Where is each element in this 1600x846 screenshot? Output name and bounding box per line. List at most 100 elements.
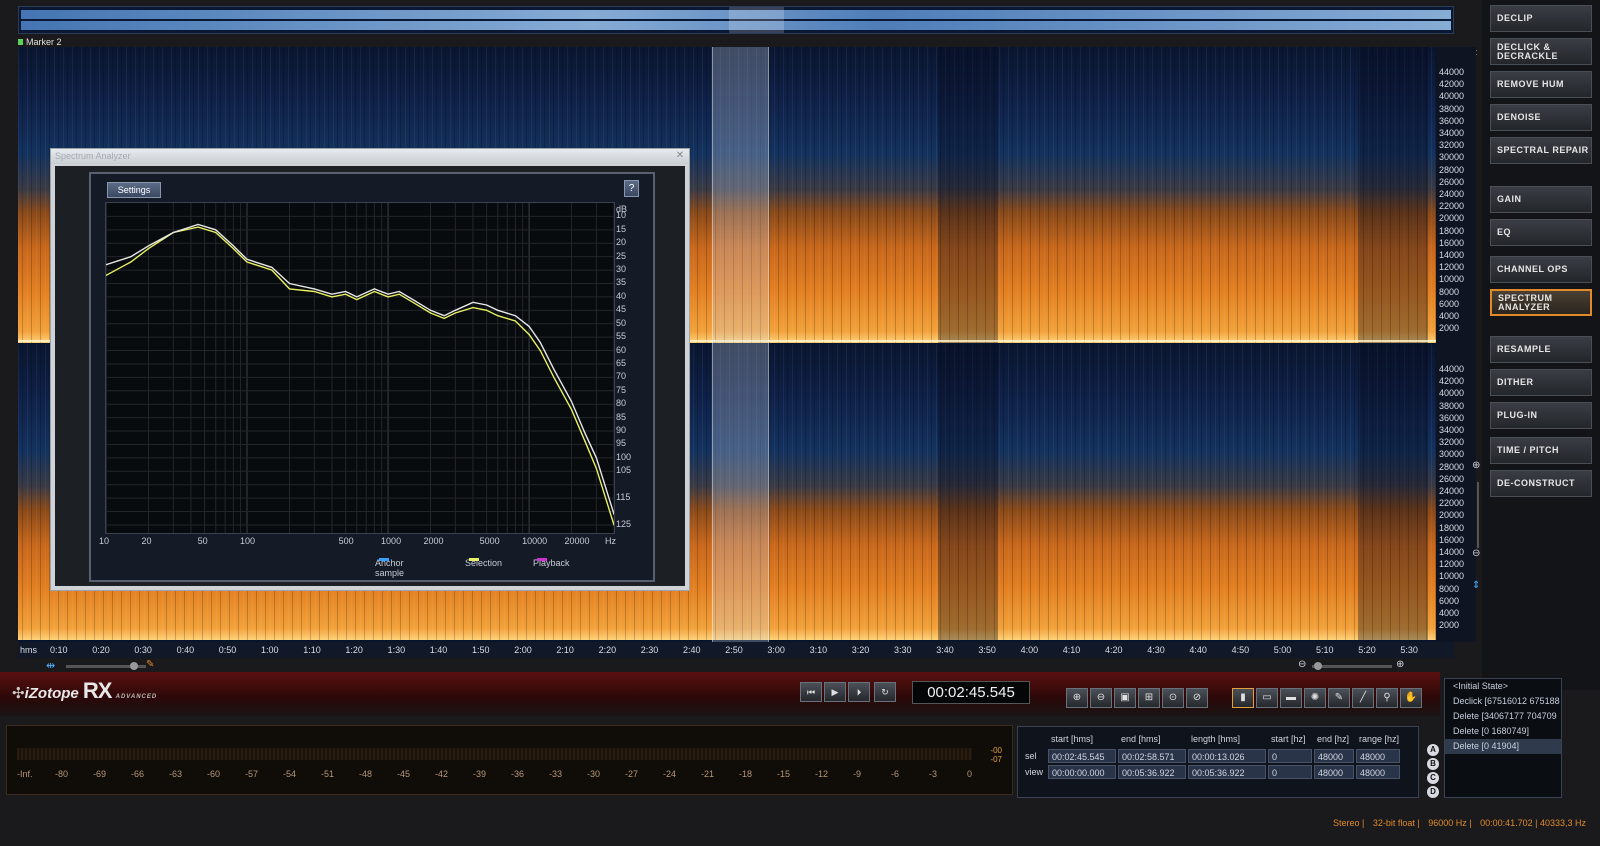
- spectrum-point: [429, 309, 432, 311]
- hand-tool-icon[interactable]: ✋: [1400, 688, 1422, 708]
- spectrum-point: [313, 288, 315, 290]
- table-cell[interactable]: 0: [1268, 749, 1312, 763]
- help-button[interactable]: ?: [624, 180, 639, 197]
- history-item[interactable]: <Initial State>: [1445, 679, 1561, 694]
- table-cell[interactable]: 00:00:00.000: [1048, 765, 1116, 779]
- spectrum-point: [387, 293, 389, 295]
- settings-button[interactable]: Settings: [107, 182, 161, 198]
- hz-tick-label: 28000: [1439, 164, 1465, 175]
- history-item[interactable]: Declick [67516012 675188: [1445, 694, 1561, 709]
- vzoom-out-icon[interactable]: ⊖: [1472, 548, 1480, 559]
- hz-tick-label: 36000: [1439, 115, 1465, 126]
- table-cell[interactable]: 48000: [1356, 749, 1400, 763]
- table-cell[interactable]: 48000: [1314, 749, 1354, 763]
- spectrum-plot[interactable]: [105, 202, 615, 534]
- zoom-out-icon[interactable]: ⊖: [1298, 659, 1306, 670]
- timecode-display: 00:02:45.545: [912, 681, 1030, 704]
- view-c-button[interactable]: C: [1427, 772, 1439, 784]
- vzoom-slider[interactable]: [1312, 665, 1392, 668]
- table-row-label: sel: [1025, 751, 1037, 761]
- undo-history[interactable]: <Initial State> Declick [67516012 675188 D…: [1444, 678, 1562, 798]
- move-arrows-icon[interactable]: ⇹: [46, 659, 55, 672]
- vzoom-knob[interactable]: [1314, 662, 1322, 670]
- spectrum-point: [232, 245, 234, 247]
- history-item[interactable]: Delete [0 1680749]: [1445, 724, 1561, 739]
- vzoom-arrows-icon[interactable]: ⇕: [1472, 580, 1480, 591]
- view-b-button[interactable]: B: [1427, 758, 1439, 770]
- table-cell[interactable]: 00:02:58.571: [1118, 749, 1186, 763]
- zoom-fit-icon[interactable]: ⊞: [1138, 688, 1160, 708]
- meter-scale-label: -66: [131, 769, 145, 779]
- hz-tick-label: 10000: [1439, 274, 1465, 285]
- loop-button[interactable]: ↻: [874, 682, 896, 702]
- view-d-button[interactable]: D: [1427, 786, 1439, 798]
- table-cell[interactable]: 00:05:36.922: [1188, 765, 1266, 779]
- meter-scale-label: -42: [435, 769, 449, 779]
- db-tick-label: 95: [616, 438, 627, 449]
- module-declip-button[interactable]: DECLIP: [1490, 5, 1592, 32]
- module-remove-hum-button[interactable]: REMOVE HUM: [1490, 71, 1592, 98]
- vzoom-track[interactable]: [1477, 482, 1479, 548]
- vzoom-in-icon[interactable]: ⊕: [1472, 460, 1480, 471]
- table-cell[interactable]: 0: [1268, 765, 1312, 779]
- module-de-construct-button[interactable]: DE-CONSTRUCT: [1490, 470, 1592, 497]
- magnify-tool-icon[interactable]: ⚲: [1376, 688, 1398, 708]
- table-cell[interactable]: 00:02:45.545: [1048, 749, 1116, 763]
- module-time-pitch-button[interactable]: TIME / PITCH: [1490, 437, 1592, 464]
- table-cell[interactable]: 48000: [1314, 765, 1354, 779]
- module-declick-decrackle-button[interactable]: DECLICK & DECRACKLE: [1490, 38, 1592, 65]
- module-denoise-button[interactable]: DENOISE: [1490, 104, 1592, 131]
- wand-tool-icon[interactable]: ╱: [1352, 688, 1374, 708]
- hz-tick-label: 20000: [1439, 510, 1465, 521]
- spectrum-point: [215, 229, 217, 231]
- time-tick-label: 4:20: [1105, 645, 1123, 655]
- module-channel-ops-button[interactable]: CHANNEL OPS: [1490, 256, 1592, 283]
- module-dither-button[interactable]: DITHER: [1490, 369, 1592, 396]
- spectrum-point: [398, 290, 400, 293]
- module-gain-button[interactable]: GAIN: [1490, 186, 1592, 213]
- db-tick-label: 20: [616, 237, 627, 248]
- history-item[interactable]: Delete [34067177 704709: [1445, 709, 1561, 724]
- skip-start-button[interactable]: ⏮: [800, 682, 822, 702]
- time-tick-label: 5:30: [1400, 645, 1418, 655]
- time-select-tool-icon[interactable]: ▮: [1232, 688, 1254, 708]
- overview-waveform[interactable]: [18, 6, 1454, 34]
- zoom-freq-icon[interactable]: ⊘: [1186, 688, 1208, 708]
- zoom-selection-icon[interactable]: ▣: [1114, 688, 1136, 708]
- table-cell[interactable]: 48000: [1356, 765, 1400, 779]
- play-button[interactable]: ▶: [824, 682, 846, 702]
- play-selection-button[interactable]: ⏵: [848, 682, 870, 702]
- view-a-button[interactable]: A: [1427, 744, 1439, 756]
- module-resample-button[interactable]: RESAMPLE: [1490, 336, 1592, 363]
- history-item[interactable]: Delete [0 41904]: [1445, 739, 1561, 754]
- freq-select-tool-icon[interactable]: ▬: [1280, 688, 1302, 708]
- time-selection[interactable]: [712, 47, 769, 642]
- zoom-in-tool-icon[interactable]: ⊕: [1066, 688, 1088, 708]
- meter-scale-label: -54: [283, 769, 297, 779]
- spectrum-analyzer-title[interactable]: Spectrum Analyzer: [51, 149, 689, 164]
- zoom-time-icon[interactable]: ⊙: [1162, 688, 1184, 708]
- spectrum-analyzer-window[interactable]: Spectrum Analyzer ✕ Settings ? dB 10 15 20 2…: [50, 148, 690, 591]
- hzoom-knob[interactable]: [130, 662, 138, 670]
- spectrum-point: [528, 333, 530, 336]
- table-cell[interactable]: 00:00:13.026: [1188, 749, 1266, 763]
- pencil-icon[interactable]: ✎: [146, 659, 154, 670]
- module-eq-button[interactable]: EQ: [1490, 219, 1592, 246]
- module-plug-in-button[interactable]: PLUG-IN: [1490, 402, 1592, 429]
- zoom-in-icon[interactable]: ⊕: [1396, 659, 1404, 670]
- close-icon[interactable]: ✕: [675, 151, 685, 161]
- db-tick-label: 45: [616, 304, 627, 315]
- hz-tick-label: 12000: [1439, 559, 1465, 570]
- time-tick-label: 1:20: [345, 645, 363, 655]
- lasso-tool-icon[interactable]: ✺: [1304, 688, 1326, 708]
- module-spectral-repair-button[interactable]: SPECTRAL REPAIR: [1490, 137, 1592, 164]
- zoom-out-tool-icon[interactable]: ⊖: [1090, 688, 1112, 708]
- marker-2[interactable]: Marker 2: [18, 37, 62, 47]
- time-tick-label: 4:10: [1062, 645, 1081, 655]
- time-tick-label: 3:50: [978, 645, 996, 655]
- brush-tool-icon[interactable]: ✎: [1328, 688, 1350, 708]
- freq-tick-label: 20000: [564, 536, 590, 546]
- rect-select-tool-icon[interactable]: ▭: [1256, 688, 1278, 708]
- table-cell[interactable]: 00:05:36.922: [1118, 765, 1186, 779]
- module-spectrum-analyzer-button[interactable]: SPECTRUM ANALYZER: [1490, 289, 1592, 316]
